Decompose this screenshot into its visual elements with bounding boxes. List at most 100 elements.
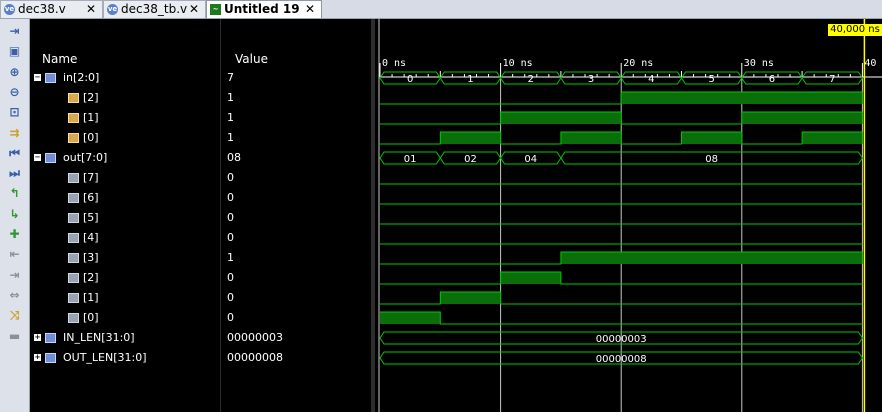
- signal-value: 1: [227, 111, 234, 124]
- tab-close-icon[interactable]: ✕: [189, 1, 199, 18]
- zoom-out-icon[interactable]: ⊖: [5, 84, 24, 101]
- signal-name: [6]: [83, 191, 99, 204]
- signal-row[interactable]: [0]: [30, 308, 220, 328]
- next-transition-icon[interactable]: ↳: [5, 206, 24, 223]
- bus-value-label: 6: [769, 74, 775, 85]
- swap-cursors-icon[interactable]: ⇔: [5, 287, 24, 304]
- go-to-cursor-icon[interactable]: ⇉: [5, 125, 24, 142]
- zoom-fit-icon[interactable]: ⊡: [5, 104, 24, 121]
- signal-value: 0: [227, 171, 234, 184]
- snap-to-transition-icon[interactable]: ⤨: [5, 307, 24, 324]
- signal-value: 1: [227, 131, 234, 144]
- time-tick-label: 0 ns: [382, 58, 406, 69]
- bus-value-label: 02: [464, 154, 477, 165]
- collapse-toggle-icon[interactable]: −: [34, 74, 41, 81]
- bus-value-label: 1: [467, 74, 473, 85]
- tab-dec38-v[interactable]: ve dec38.v ✕: [0, 0, 103, 18]
- signal-row[interactable]: − in[2:0]: [30, 68, 220, 88]
- previous-transition-icon[interactable]: ↰: [5, 185, 24, 202]
- bit-high-region: [560, 252, 863, 264]
- bus-value-label: 01: [404, 154, 417, 165]
- signal-row[interactable]: [2]: [30, 268, 220, 288]
- bus-value-label: 7: [829, 74, 835, 85]
- bus-signal-icon: [45, 353, 56, 363]
- bus-value-label: 08: [705, 154, 718, 165]
- tab-untitled-19[interactable]: ~ Untitled 19 ✕: [206, 0, 322, 18]
- expand-toggle-icon[interactable]: +: [34, 334, 41, 341]
- signal-value: 08: [227, 151, 241, 164]
- value-column-header[interactable]: Value: [221, 50, 371, 70]
- verilog-icon: ve: [107, 4, 118, 15]
- time-tick-label: 10 ns: [503, 58, 533, 69]
- bus-signal-icon: [45, 153, 56, 163]
- signal-row[interactable]: [7]: [30, 168, 220, 188]
- signal-row[interactable]: [6]: [30, 188, 220, 208]
- signal-value: 0: [227, 211, 234, 224]
- signal-row[interactable]: − out[7:0]: [30, 148, 220, 168]
- editor-tab-bar: ve dec38.v ✕ ve dec38_tb.v ✕ ~ Untitled 19 ✕: [0, 0, 882, 19]
- signal-value: 0: [227, 291, 234, 304]
- tab-close-icon[interactable]: ✕: [305, 1, 315, 18]
- signal-value: 00000003: [227, 331, 283, 344]
- go-to-end-icon[interactable]: ⏭: [5, 165, 24, 182]
- zoom-in-icon[interactable]: ⊕: [5, 64, 24, 81]
- waveform-icon: ~: [210, 4, 221, 15]
- waveform-canvas[interactable]: 0 ns 10 ns 20 ns 30 ns 400 1 2 3 4 5 6 701 02 04 08000…: [375, 19, 882, 412]
- bus-signal-icon: [45, 333, 56, 343]
- signal-name: out[7:0]: [63, 151, 108, 164]
- verilog-icon: ve: [4, 4, 15, 15]
- tab-dec38-tb-v[interactable]: ve dec38_tb.v ✕: [103, 0, 206, 18]
- cursor-time-label: 40,000 ns: [828, 24, 882, 36]
- bit-high-region: [681, 132, 742, 144]
- time-tick-label: 40: [864, 58, 876, 69]
- input-bit-icon: [68, 93, 79, 103]
- signal-row[interactable]: [1]: [30, 108, 220, 128]
- time-tick-label: 20 ns: [623, 58, 653, 69]
- floating-ruler-icon[interactable]: ▬: [5, 328, 24, 345]
- go-to-start-icon[interactable]: ⏮: [5, 145, 24, 162]
- tab-close-icon[interactable]: ✕: [86, 1, 96, 18]
- signal-value-panel: Value 7 1 1 1 08 0 0 0 0 1 0 0 0 00000003 00000008: [221, 19, 371, 412]
- bus-value-label: 5: [708, 74, 714, 85]
- signal-row[interactable]: [0]: [30, 128, 220, 148]
- signal-row[interactable]: + IN_LEN[31:0]: [30, 328, 220, 348]
- signal-row[interactable]: [3]: [30, 248, 220, 268]
- output-bit-icon: [68, 213, 79, 223]
- next-marker-icon[interactable]: ⇥: [5, 267, 24, 284]
- signal-name: [5]: [83, 211, 99, 224]
- signal-name: [2]: [83, 91, 99, 104]
- previous-marker-icon[interactable]: ⇤: [5, 246, 24, 263]
- signal-row[interactable]: [1]: [30, 288, 220, 308]
- bit-high-region: [500, 112, 622, 124]
- tab-label: dec38_tb.v: [121, 2, 188, 16]
- time-tick-label: 30 ns: [744, 58, 774, 69]
- output-bit-icon: [68, 313, 79, 323]
- signal-value: 1: [227, 91, 234, 104]
- signal-row[interactable]: [2]: [30, 88, 220, 108]
- bit-high-region: [380, 312, 441, 324]
- output-bit-icon: [68, 173, 79, 183]
- save-icon[interactable]: ▣: [5, 43, 24, 60]
- collapse-toggle-icon[interactable]: −: [34, 154, 41, 161]
- add-marker-icon[interactable]: ✚: [5, 226, 24, 243]
- signal-row[interactable]: [4]: [30, 228, 220, 248]
- signal-value: 0: [227, 191, 234, 204]
- bus-value-label: 0: [407, 74, 413, 85]
- bit-high-region: [440, 292, 501, 304]
- expand-toggle-icon[interactable]: +: [34, 354, 41, 361]
- input-bit-icon: [68, 113, 79, 123]
- signal-row[interactable]: + OUT_LEN[31:0]: [30, 348, 220, 368]
- signal-value: 1: [227, 251, 234, 264]
- signal-value: 0: [227, 311, 234, 324]
- signal-name: OUT_LEN[31:0]: [63, 351, 147, 364]
- collapse-icon[interactable]: ⇥: [5, 23, 24, 40]
- signal-value: 7: [227, 71, 234, 84]
- signal-row[interactable]: [5]: [30, 208, 220, 228]
- name-column-header[interactable]: Name: [30, 50, 220, 70]
- signal-name-panel: Name − in[2:0] [2] [1] [0] − out[7:0] [7] [6] [5]…: [30, 19, 220, 412]
- bus-value-label: 00000008: [596, 354, 647, 365]
- tab-label: dec38.v: [18, 2, 66, 16]
- bus-value-label: 04: [524, 154, 537, 165]
- signal-name: in[2:0]: [63, 71, 100, 84]
- bus-value-label: 00000003: [596, 334, 647, 345]
